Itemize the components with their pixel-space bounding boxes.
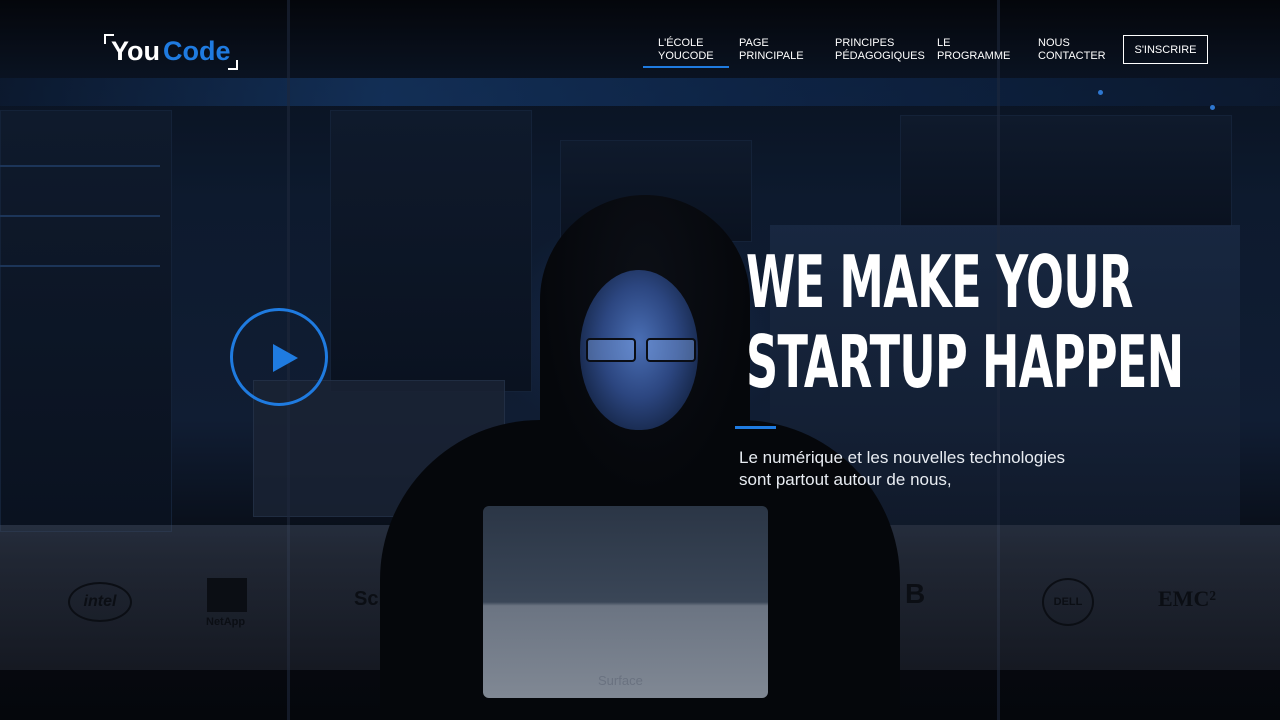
signup-button[interactable]: S'INSCRIRE — [1123, 35, 1208, 64]
brocade-logo: B — [905, 578, 926, 609]
nav-item-le-programme[interactable]: LE PROGRAMME — [937, 37, 1010, 63]
rack-line — [0, 265, 160, 267]
hero-headline-line1: WE MAKE YOUR — [746, 240, 1133, 324]
headline-accent-bar — [735, 426, 776, 429]
rack-line — [0, 165, 160, 167]
nav-item-line: YOUCODE — [658, 50, 714, 62]
hero-subtext-line2: sont partout autour de nous, — [739, 470, 952, 489]
youcode-logo[interactable]: You Code — [104, 34, 238, 70]
netapp-logo-label: NetApp — [206, 616, 246, 628]
nav-item-line: NOUS — [1038, 37, 1070, 49]
nav-item-line: PÉDAGOGIQUES — [835, 50, 925, 62]
server-led — [1098, 90, 1103, 95]
nav-item-page-principale[interactable]: PAGE PRINCIPALE — [739, 37, 804, 63]
nav-item-line: LE — [937, 37, 951, 49]
nav-item-line: PRINCIPES — [835, 37, 895, 49]
hero-headline-line2: STARTUP HAPPEN — [746, 320, 1184, 404]
play-icon — [273, 344, 298, 372]
logo-text-code: Code — [163, 36, 231, 66]
play-video-button[interactable] — [230, 308, 328, 406]
hero-subtext-line1: Le numérique et les nouvelles technologi… — [739, 448, 1066, 467]
glasses — [584, 338, 696, 362]
logo-text-you: You — [111, 36, 160, 66]
laptop — [483, 506, 768, 698]
rack-line — [0, 215, 160, 217]
netapp-logo-mark — [207, 578, 247, 612]
server-rack — [900, 115, 1232, 227]
glasses-lens-right — [646, 338, 696, 362]
server-led — [1210, 105, 1215, 110]
nav-item-line: PAGE — [739, 37, 769, 49]
hero-subtext: Le numérique et les nouvelles technologi… — [739, 447, 1099, 491]
server-rack — [0, 110, 172, 532]
nav-item-ecole-youcode[interactable]: L'ÉCOLE YOUCODE — [658, 37, 714, 63]
nav-item-line: CONTACTER — [1038, 50, 1106, 62]
dell-logo: DELL — [1042, 578, 1094, 626]
nav-item-line: PROGRAMME — [937, 50, 1011, 62]
nav-item-line: L'ÉCOLE — [658, 37, 704, 49]
nav-item-nous-contacter[interactable]: NOUS CONTACTER — [1038, 37, 1106, 63]
nav-item-line: PRINCIPALE — [739, 50, 804, 62]
top-navigation: You Code L'ÉCOLE YOUCODE PAGE PRINCIPALE… — [0, 0, 1280, 78]
emc-logo: EMC² — [1158, 586, 1216, 611]
nav-item-principes-pedagogiques[interactable]: PRINCIPES PÉDAGOGIQUES — [835, 37, 925, 63]
intel-logo: intel — [68, 582, 132, 622]
nav-active-indicator — [643, 66, 729, 68]
background-light-band — [0, 78, 1280, 106]
glasses-lens-left — [586, 338, 636, 362]
hero-headline: WE MAKE YOUR STARTUP HAPPEN — [746, 240, 1184, 404]
server-rack — [330, 110, 532, 392]
laptop-brand-label: Surface — [598, 673, 643, 688]
